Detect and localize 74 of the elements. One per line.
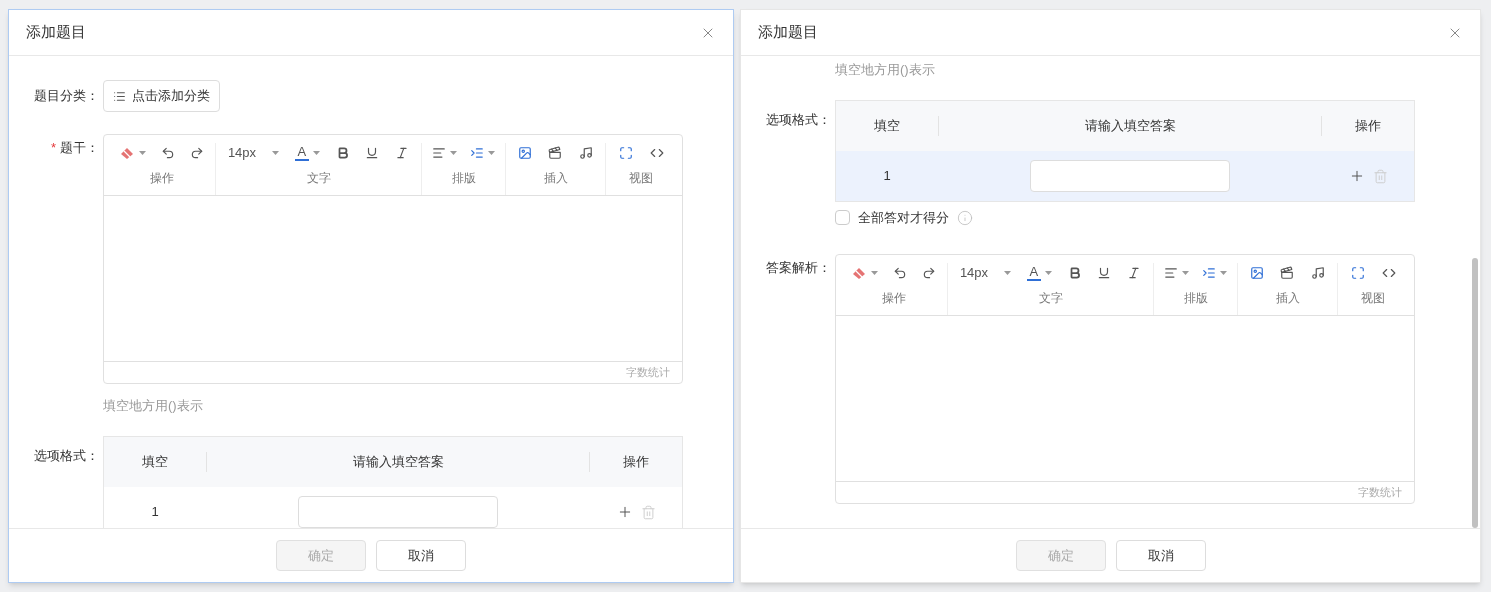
hint-text: 填空地方用()表示 (103, 398, 203, 413)
toolbar-group-label: 视图 (1361, 289, 1385, 307)
video-icon[interactable] (1280, 265, 1295, 280)
column-header: 填空 (874, 117, 900, 136)
toolbar-group-label: 排版 (1183, 289, 1208, 307)
caret-icon[interactable] (871, 270, 879, 275)
eraser-icon[interactable] (851, 265, 868, 280)
required-asterisk: * (50, 139, 56, 157)
code-view-icon[interactable] (649, 146, 664, 160)
table-cell-text: 1 (883, 167, 891, 186)
redo-icon[interactable] (189, 146, 204, 160)
redo-icon[interactable] (921, 265, 936, 280)
toolbar-group-label: 视图 (629, 170, 653, 187)
align-icon[interactable] (432, 146, 447, 160)
toolbar-group-label: 操作 (881, 289, 906, 307)
answer-field[interactable] (1030, 160, 1230, 192)
indent-icon[interactable] (1201, 265, 1216, 280)
undo-icon[interactable] (161, 146, 175, 160)
word-count: 字数统计 (1358, 484, 1402, 500)
font-size-select[interactable]: 14px (959, 262, 989, 283)
scrollbar-thumb[interactable] (1472, 258, 1478, 528)
undo-icon[interactable] (893, 265, 907, 280)
column-header: 填空 (142, 453, 168, 472)
toolbar-group-label: 插入 (543, 170, 568, 187)
align-icon[interactable] (1164, 265, 1179, 280)
checkbox[interactable] (835, 210, 850, 226)
dialog-title: 添加题目 (26, 22, 86, 43)
image-icon[interactable] (518, 146, 533, 160)
word-count: 字数统计 (626, 365, 670, 381)
toolbar-group-label: 排版 (451, 170, 476, 187)
column-header: 操作 (623, 453, 649, 472)
font-size-select[interactable]: 14px (227, 143, 257, 163)
column-header: 操作 (1355, 117, 1381, 136)
music-icon[interactable] (1310, 265, 1325, 280)
caret-icon[interactable] (312, 151, 320, 155)
dialog-title: 添加题目 (758, 22, 818, 43)
cancel-button[interactable]: 取消 (376, 540, 466, 571)
caret-icon[interactable] (1044, 270, 1052, 275)
underline-icon[interactable] (1097, 265, 1112, 280)
underline-icon[interactable] (365, 146, 380, 160)
cancel-button[interactable]: 取消 (1115, 540, 1206, 571)
italic-icon[interactable] (395, 146, 410, 160)
caret-icon[interactable] (272, 151, 280, 155)
checkbox-label: 全部答对才得分 (858, 209, 949, 227)
toolbar-group-label: 文字 (1038, 289, 1063, 307)
image-icon[interactable] (1250, 265, 1265, 280)
field-label: 题目分类： (34, 87, 99, 106)
column-header: 请输入填空答案 (352, 453, 444, 472)
list-icon (113, 89, 126, 103)
field-label: 答案解析： (766, 258, 831, 277)
caret-icon[interactable] (1004, 270, 1012, 275)
answer-field[interactable] (298, 496, 498, 528)
add-category-button[interactable]: 点击添加分类 (103, 80, 220, 112)
fullscreen-icon[interactable] (618, 146, 633, 160)
caret-icon[interactable] (487, 151, 495, 155)
column-header: 请输入填空答案 (1084, 117, 1176, 136)
caret-icon[interactable] (1219, 270, 1227, 275)
field-label: 题干： (60, 139, 99, 157)
italic-icon[interactable] (1127, 265, 1142, 280)
table-cell-text: 1 (151, 503, 159, 522)
music-icon[interactable] (578, 146, 593, 160)
video-icon[interactable] (548, 146, 563, 160)
toolbar-group-label: 插入 (1275, 289, 1300, 307)
fullscreen-icon[interactable] (1350, 265, 1365, 280)
field-label: 选项格式： (766, 111, 831, 129)
caret-icon[interactable] (1182, 270, 1190, 275)
caret-icon[interactable] (139, 151, 147, 155)
hint-text: 填空地方用()表示 (835, 62, 935, 77)
toolbar-group-label: 操作 (149, 170, 174, 187)
toolbar-group-label: 文字 (306, 170, 331, 187)
eraser-icon[interactable] (119, 146, 136, 160)
caret-icon[interactable] (450, 151, 458, 155)
indent-icon[interactable] (469, 146, 484, 160)
field-label: 选项格式： (34, 447, 99, 465)
